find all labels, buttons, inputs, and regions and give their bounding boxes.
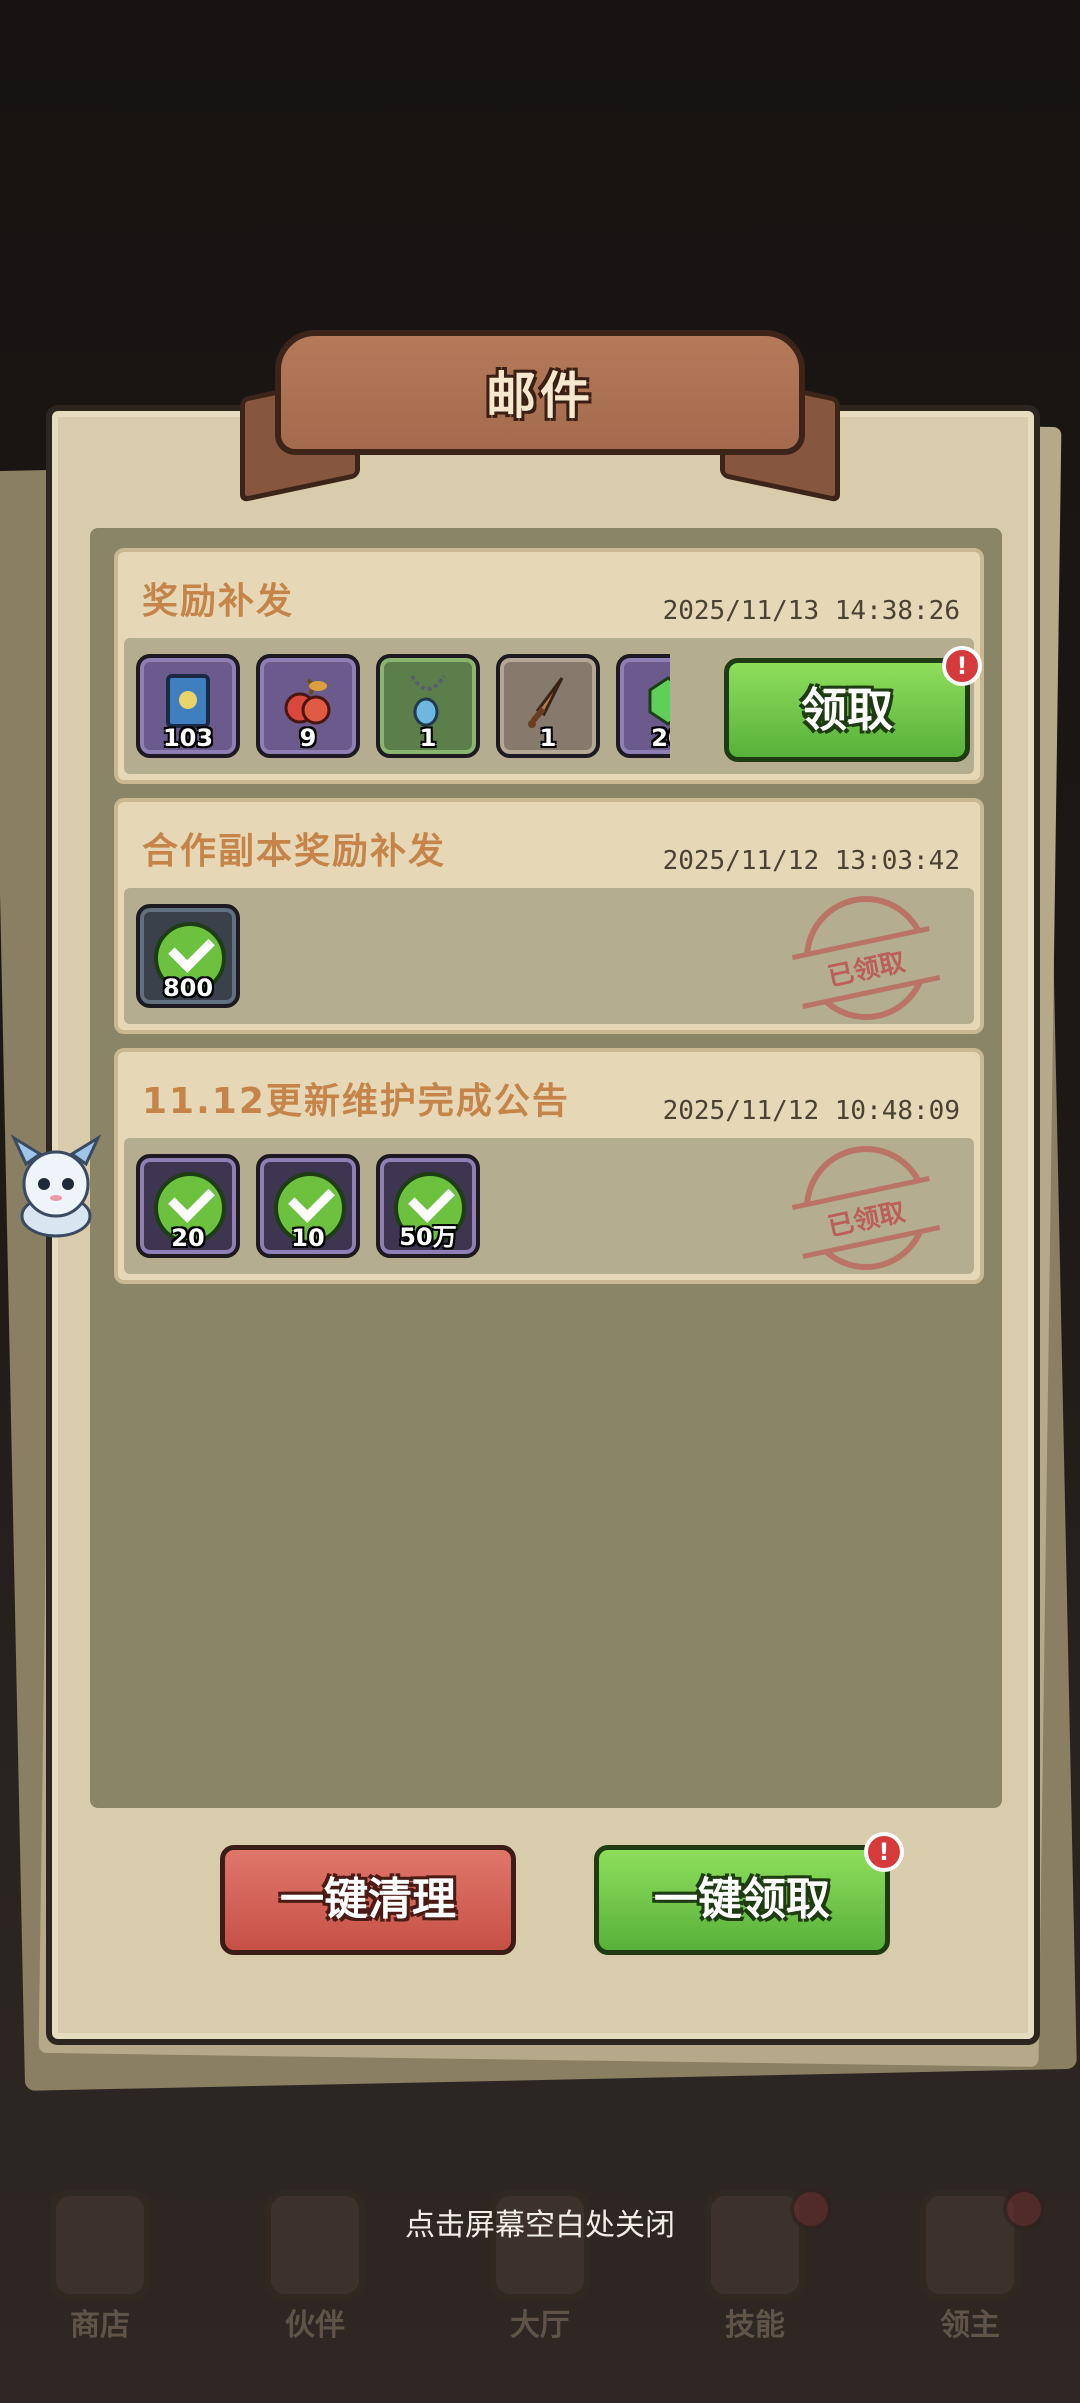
item-quantity: 1 — [419, 724, 437, 752]
close-hint: 点击屏幕空白处关闭 — [405, 2208, 675, 2243]
alert-badge: ! — [942, 646, 982, 686]
mail-title: 11.12更新维护完成公告 — [142, 1081, 570, 1122]
mail-title: 合作副本奖励补发 — [142, 831, 447, 872]
mail-attachments: 20 10 50万 已领取 — [124, 1138, 974, 1274]
nav-label: 技能 — [725, 2308, 785, 2343]
reward-item-claimed[interactable]: 50万 — [376, 1154, 480, 1258]
claim-all-button[interactable]: 一键领取 — [594, 1845, 890, 1955]
alert-badge: ! — [864, 1832, 904, 1872]
mail-item[interactable]: 奖励补发 2025/11/13 14:38:26 103 9 1 1 2 领取 … — [114, 548, 984, 784]
claimed-stamp-label: 已领取 — [791, 1176, 941, 1259]
item-quantity: 1 — [539, 724, 557, 752]
mail-date: 2025/11/13 14:38:26 — [662, 596, 960, 626]
mail-item[interactable]: 合作副本奖励补发 2025/11/12 13:03:42 800 已领取 — [114, 798, 984, 1034]
item-quantity: 20 — [651, 724, 670, 752]
mail-item[interactable]: 11.12更新维护完成公告 2025/11/12 10:48:09 20 10 … — [114, 1048, 984, 1284]
nav-label: 伙伴 — [285, 2308, 345, 2343]
dagger-icon — [522, 672, 574, 730]
floating-mascot-icon[interactable] — [4, 1128, 108, 1240]
reward-item-claimed[interactable]: 800 — [136, 904, 240, 1008]
reward-item[interactable]: 1 — [496, 654, 600, 758]
nav-label: 商店 — [70, 2308, 130, 2343]
dialog-title: 邮件 — [486, 367, 594, 425]
mail-title: 奖励补发 — [142, 581, 295, 622]
green-gem-icon — [642, 672, 670, 730]
reward-item[interactable]: 9 — [256, 654, 360, 758]
reward-item-claimed[interactable]: 10 — [256, 1154, 360, 1258]
nav-label: 领主 — [940, 2308, 1000, 2343]
clear-all-button[interactable]: 一键清理 — [220, 1845, 516, 1955]
mail-attachments: 800 已领取 — [124, 888, 974, 1024]
item-quantity: 50万 — [399, 1223, 457, 1251]
reward-item-claimed[interactable]: 20 — [136, 1154, 240, 1258]
claim-button[interactable]: 领取 — [724, 658, 970, 762]
reward-item[interactable]: 103 — [136, 654, 240, 758]
mail-date: 2025/11/12 13:03:42 — [662, 846, 960, 876]
item-quantity: 103 — [162, 724, 214, 752]
claimed-stamp: 已领取 — [791, 896, 941, 1020]
reward-item[interactable]: 20 — [616, 654, 670, 758]
mail-date: 2025/11/12 10:48:09 — [662, 1096, 960, 1126]
blue-book-icon — [162, 672, 214, 730]
item-quantity: 9 — [299, 724, 317, 752]
pendant-necklace-icon — [402, 672, 454, 730]
reward-item[interactable]: 1 — [376, 654, 480, 758]
claimed-stamp-label: 已领取 — [791, 926, 941, 1009]
item-quantity: 10 — [291, 1224, 325, 1252]
claimed-stamp: 已领取 — [791, 1146, 941, 1270]
bottom-nav: 商店 伙伴 大厅 技能 领主 — [0, 2160, 1080, 2403]
mail-attachments: 103 9 1 1 20 — [124, 638, 982, 774]
item-quantity: 20 — [171, 1224, 205, 1252]
nav-label: 大厅 — [510, 2308, 570, 2343]
title-ribbon: 邮件 — [275, 330, 805, 455]
item-quantity: 800 — [162, 974, 214, 1002]
attachment-scroll-clip: 20 — [616, 654, 670, 766]
red-fruit-icon — [282, 672, 334, 730]
